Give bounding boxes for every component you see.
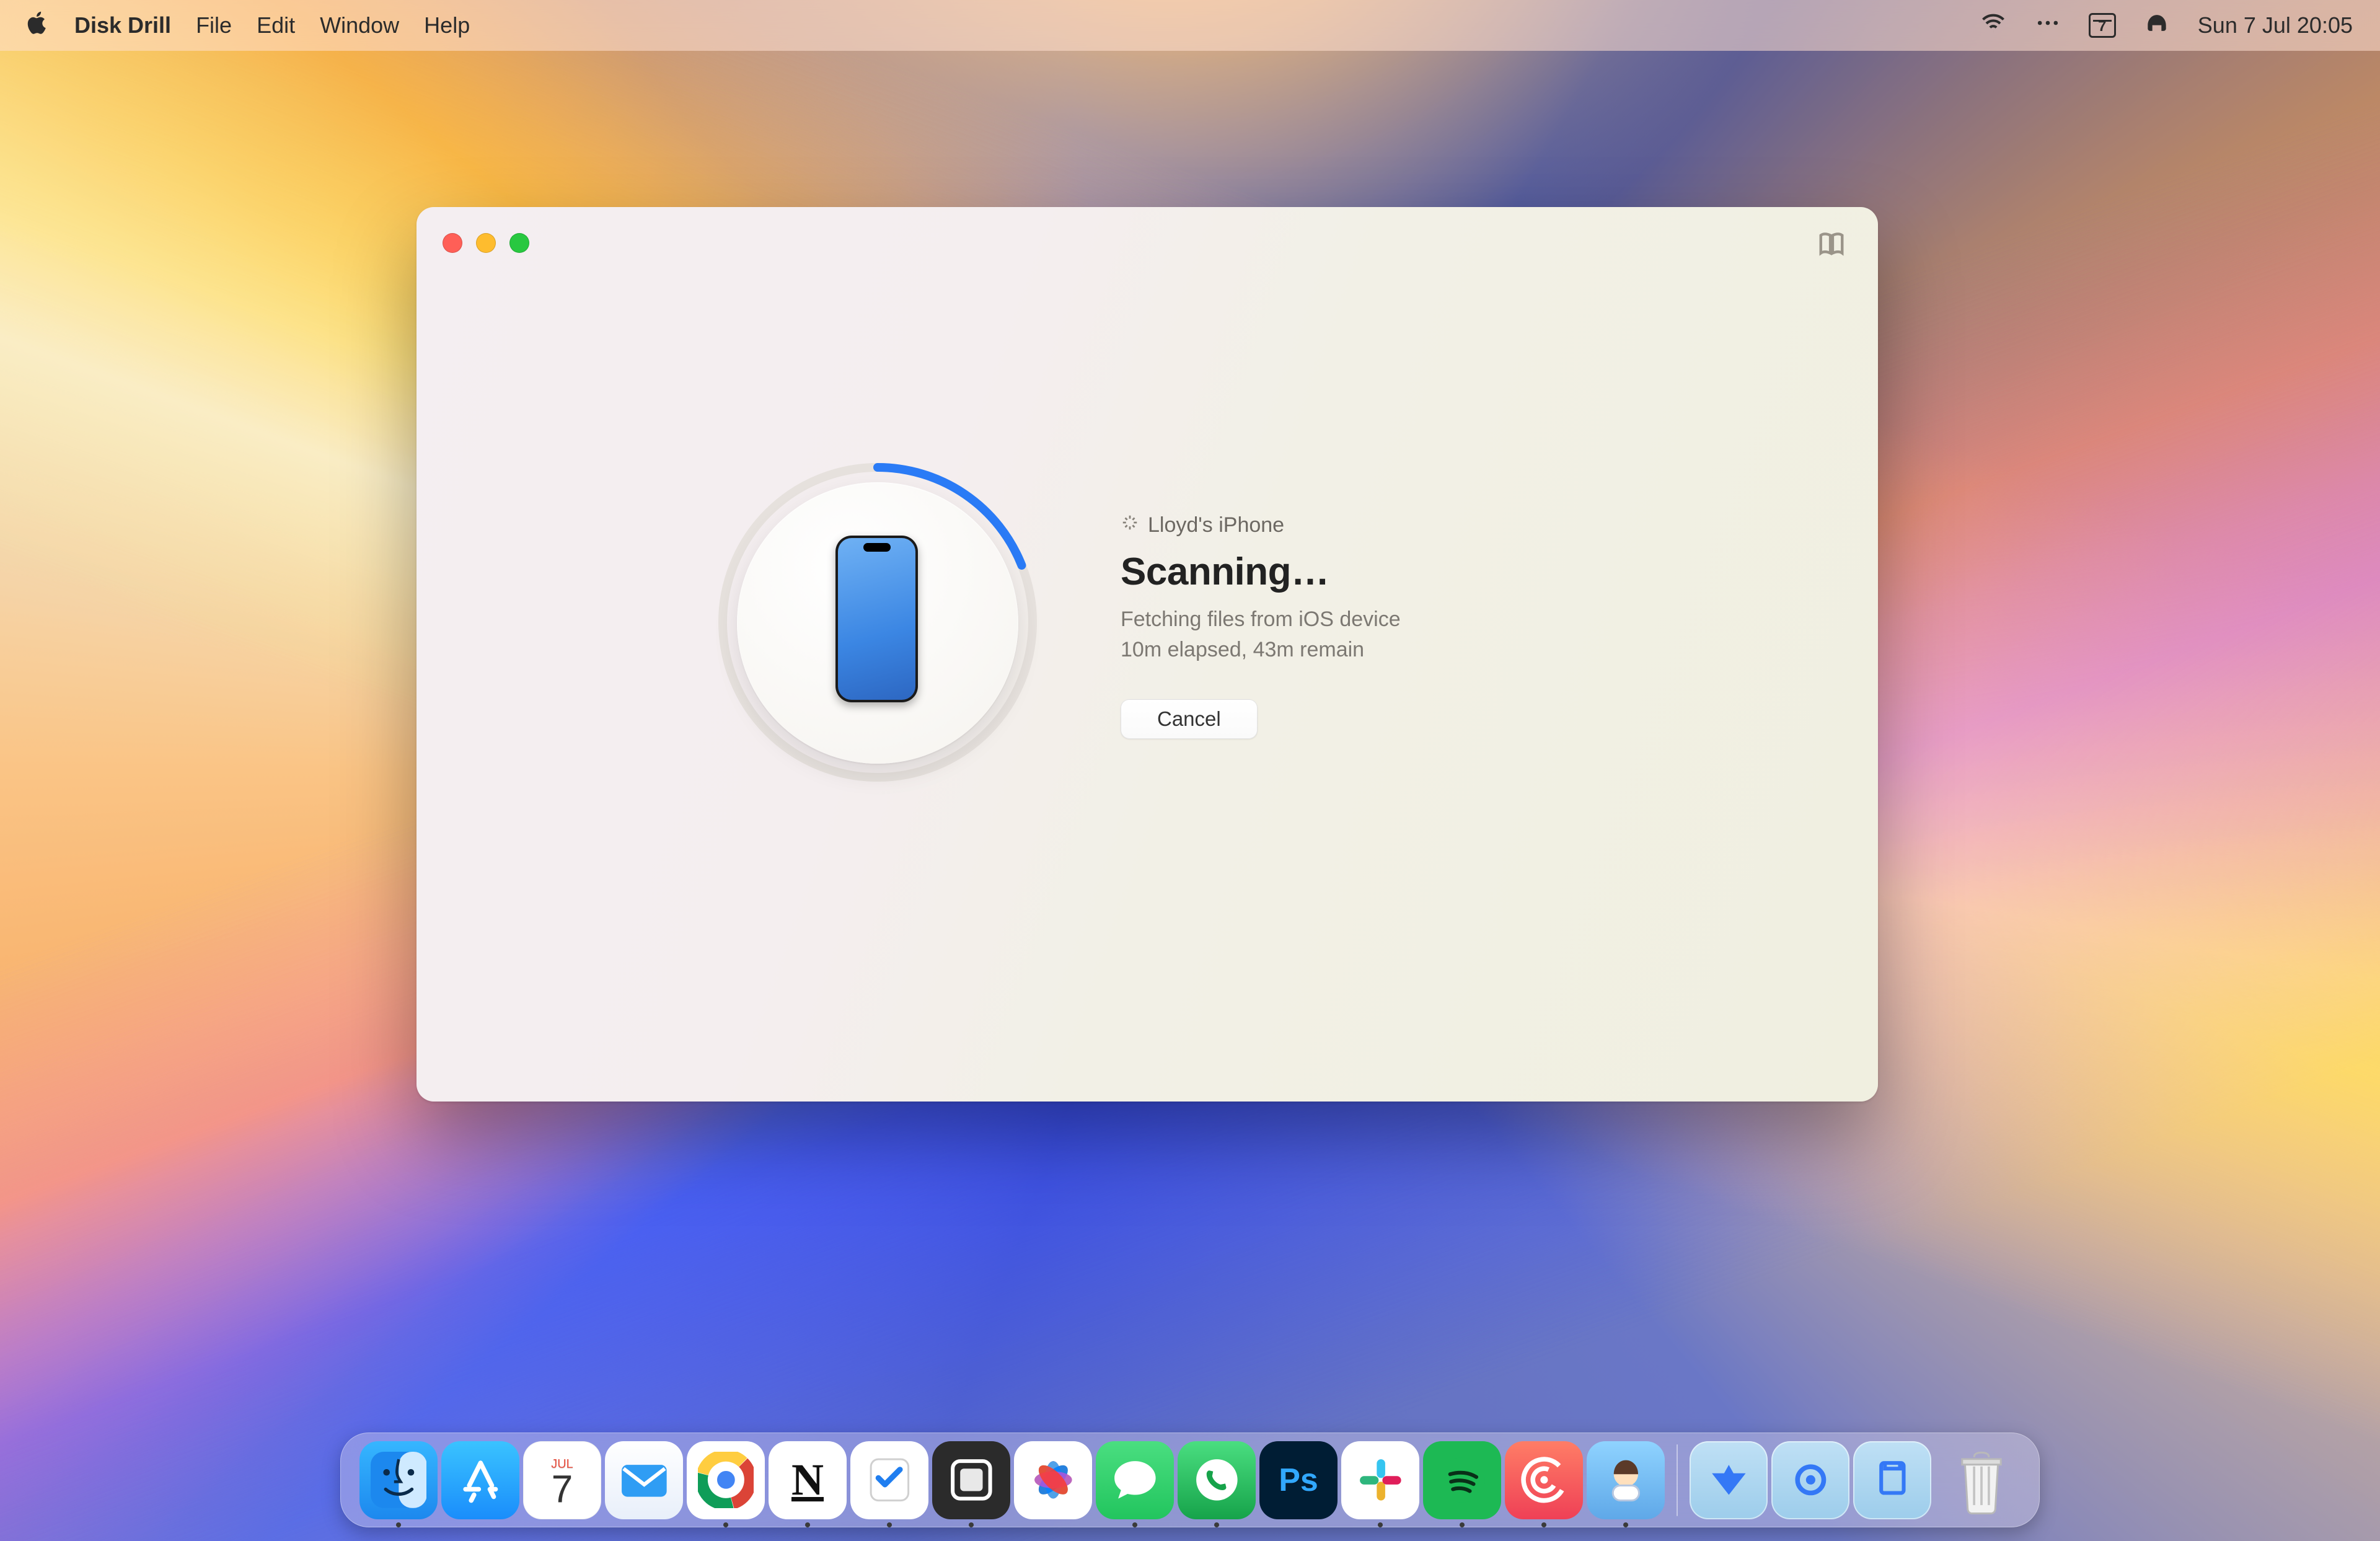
dock-app-todo[interactable] bbox=[850, 1441, 928, 1519]
zoom-button[interactable] bbox=[509, 233, 529, 253]
window-controls bbox=[443, 233, 529, 253]
dock-app-app-store[interactable] bbox=[441, 1441, 519, 1519]
menubar-clock[interactable]: Sun 7 Jul 20:05 bbox=[2198, 12, 2353, 38]
applications-folder[interactable] bbox=[1690, 1441, 1768, 1519]
dock-app-mail[interactable] bbox=[605, 1441, 683, 1519]
menu-extra-icon[interactable] bbox=[2034, 9, 2061, 42]
dock-separator bbox=[1677, 1444, 1678, 1516]
dock-app-notion[interactable]: N bbox=[769, 1441, 847, 1519]
close-button[interactable] bbox=[443, 233, 462, 253]
scan-progress-ring bbox=[713, 461, 1042, 791]
minimize-button[interactable] bbox=[476, 233, 496, 253]
device-name: Lloyd's iPhone bbox=[1148, 513, 1284, 537]
help-book-icon[interactable] bbox=[1817, 250, 1846, 260]
dock-app-finder[interactable] bbox=[359, 1441, 438, 1519]
scan-title: Scanning… bbox=[1121, 550, 1878, 594]
dock: JUL7 N Ps bbox=[340, 1433, 2040, 1527]
apple-menu[interactable] bbox=[27, 11, 50, 41]
scan-subtitle: Fetching files from iOS device bbox=[1121, 607, 1878, 632]
disk-drill-menubar-icon[interactable] bbox=[2143, 9, 2171, 42]
menu-window[interactable]: Window bbox=[320, 12, 399, 38]
dock-app-photos[interactable] bbox=[1014, 1441, 1092, 1519]
dock-app-messages[interactable] bbox=[1096, 1441, 1174, 1519]
dock-app-whatsapp[interactable] bbox=[1178, 1441, 1256, 1519]
downloads-folder[interactable] bbox=[1771, 1441, 1849, 1519]
menu-help[interactable]: Help bbox=[424, 12, 470, 38]
documents-folder[interactable] bbox=[1853, 1441, 1931, 1519]
sparkle-icon bbox=[1121, 513, 1139, 537]
calendar-menubar-icon[interactable]: 7 bbox=[2089, 13, 2116, 38]
trash[interactable] bbox=[1942, 1441, 2021, 1519]
dock-app-screenshot[interactable] bbox=[932, 1441, 1010, 1519]
menu-file[interactable]: File bbox=[196, 12, 232, 38]
wifi-icon[interactable] bbox=[1980, 9, 2007, 42]
cancel-button[interactable]: Cancel bbox=[1121, 699, 1258, 739]
dock-app-chrome[interactable] bbox=[687, 1441, 765, 1519]
dock-app-calendar[interactable]: JUL7 bbox=[523, 1441, 601, 1519]
menubar: Disk Drill File Edit Window Help 7 Sun 7… bbox=[0, 0, 2380, 51]
dock-app-slack[interactable] bbox=[1341, 1441, 1419, 1519]
menu-edit[interactable]: Edit bbox=[257, 12, 295, 38]
menu-app-name[interactable]: Disk Drill bbox=[74, 12, 171, 38]
dock-app-photoshop[interactable]: Ps bbox=[1259, 1441, 1338, 1519]
scan-time-status: 10m elapsed, 43m remain bbox=[1121, 638, 1878, 662]
iphone-icon bbox=[835, 536, 918, 702]
dock-app-spotify[interactable] bbox=[1423, 1441, 1501, 1519]
disk-drill-window: Lloyd's iPhone Scanning… Fetching files … bbox=[416, 207, 1878, 1102]
dock-app-pocketcasts[interactable] bbox=[1505, 1441, 1583, 1519]
dock-app-memoji[interactable] bbox=[1587, 1441, 1665, 1519]
